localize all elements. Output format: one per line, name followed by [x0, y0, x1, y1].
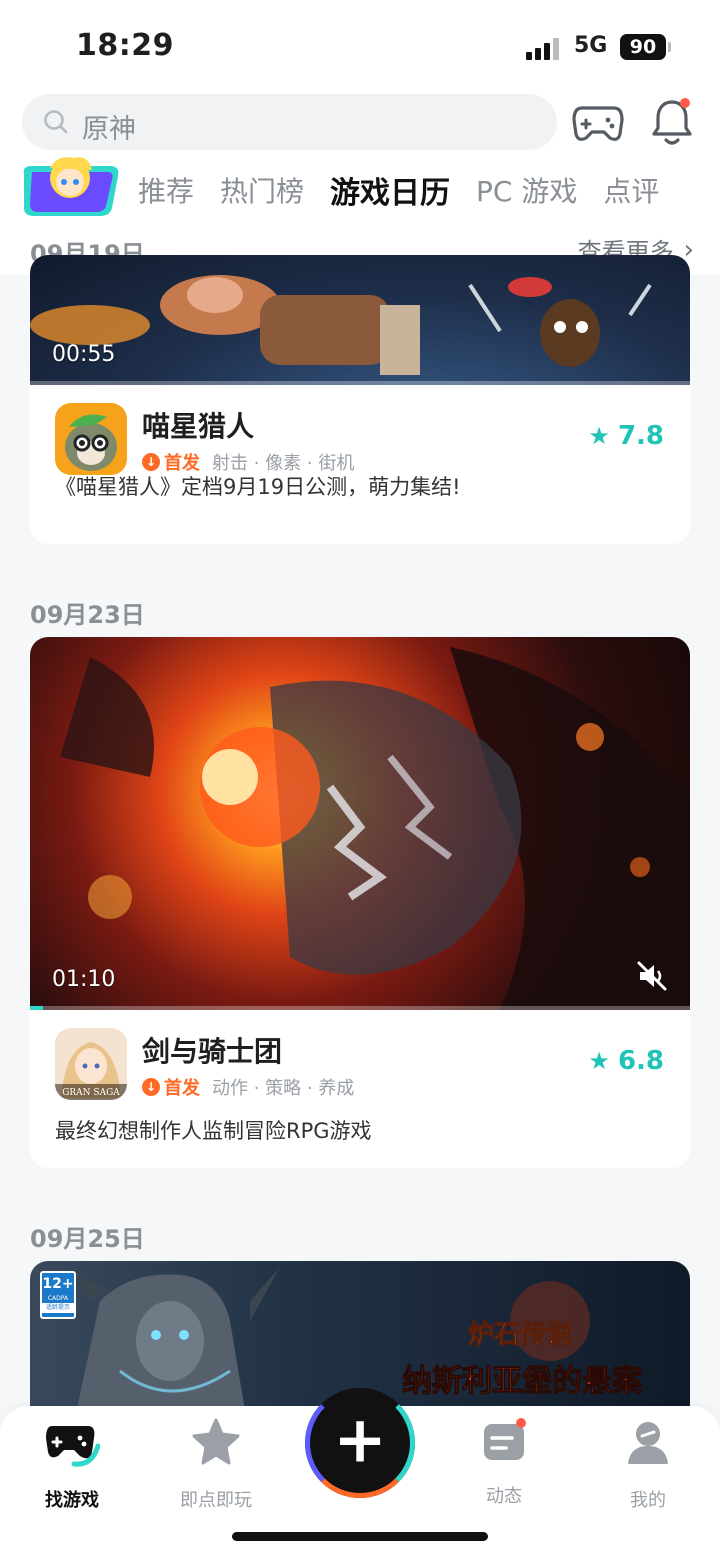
gamepad-nav-icon — [46, 1426, 101, 1467]
game-info: 喵星猎人 ↓ 首发 射击 · 像素 · 街机 ★ 7.8 — [30, 385, 690, 475]
profile-nav-icon — [628, 1422, 668, 1464]
nav-instant-play[interactable]: 即点即玩 — [156, 1416, 276, 1512]
game-name[interactable]: 喵星猎人 — [142, 405, 254, 445]
nav-profile[interactable]: 我的 — [588, 1416, 708, 1512]
category-tabs: 推荐 热门榜 游戏日历 PC 游戏 点评 — [138, 168, 685, 214]
plus-icon: + — [333, 1403, 387, 1478]
game-card[interactable]: 00:55 喵星猎人 ↓ 首发 射击 · 像素 · 街机 ★ 7.8 《喵星猎人… — [30, 255, 690, 544]
search-input[interactable]: 原神 — [22, 94, 557, 150]
svg-text:纳斯利亚堡的悬案: 纳斯利亚堡的悬案 — [402, 1364, 643, 1399]
star-icon: ★ — [588, 422, 610, 450]
tab-reviews[interactable]: 点评 — [603, 170, 659, 210]
game-card[interactable]: 01:10 GRAN SAGA 剑与骑士团 ↓ 首发 动作 · 策略 · 养成 … — [30, 637, 690, 1168]
tab-pc-games[interactable]: PC 游戏 — [476, 170, 577, 210]
tag-list: 动作 · 策略 · 养成 — [212, 1078, 355, 1099]
gamepad-icon[interactable] — [572, 98, 624, 146]
search-placeholder: 原神 — [82, 114, 136, 145]
notification-bell-button[interactable] — [648, 96, 696, 148]
game-rating: ★ 7.8 — [588, 421, 664, 451]
game-description: 《喵星猎人》定档9月19日公测，萌力集结! — [55, 475, 461, 499]
cat-hunter-artwork — [30, 275, 652, 375]
video-player[interactable]: 01:10 — [30, 637, 690, 1010]
notification-dot — [680, 98, 690, 108]
tab-hot-list[interactable]: 热门榜 — [220, 170, 304, 210]
video-duration: 01:10 — [52, 967, 116, 992]
create-post-button[interactable]: + — [305, 1388, 415, 1498]
nav-find-games[interactable]: 找游戏 — [12, 1416, 132, 1512]
section-date: 09月25日 — [30, 1225, 145, 1253]
first-release-badge: ↓ 首发 — [142, 1074, 200, 1100]
nav-label: 即点即玩 — [180, 1490, 252, 1511]
nav-label: 我的 — [630, 1490, 666, 1511]
svg-text:炉石传说: 炉石传说 — [468, 1320, 572, 1350]
game-name[interactable]: 剑与骑士团 — [142, 1030, 282, 1070]
nav-label: 找游戏 — [45, 1490, 99, 1511]
top-header: 原神 推荐 热门榜 游戏日历 PC 游戏 点评 09月19日 查看更多 › — [0, 90, 720, 275]
game-rating: ★ 6.8 — [588, 1046, 664, 1076]
download-icon: ↓ — [142, 453, 160, 471]
svg-text:GRAN SAGA: GRAN SAGA — [62, 1088, 120, 1098]
feed-nav-icon — [476, 1416, 532, 1468]
video-duration: 00:55 — [52, 342, 116, 367]
dragon-artwork — [60, 647, 690, 1010]
battery-icon: 90 — [620, 34, 671, 60]
star-nav-icon — [192, 1418, 240, 1465]
star-icon: ★ — [588, 1047, 610, 1075]
section-date: 09月23日 — [30, 601, 145, 629]
home-indicator[interactable] — [232, 1532, 488, 1541]
game-icon-gran-saga[interactable]: GRAN SAGA — [55, 1028, 127, 1100]
download-icon: ↓ — [142, 1078, 160, 1096]
tab-game-calendar[interactable]: 游戏日历 — [330, 168, 451, 214]
age-rating-badge: 12+ CADPA 适龄提示 — [40, 1271, 76, 1319]
tab-recommend[interactable]: 推荐 — [138, 170, 194, 210]
mascot-logo[interactable] — [18, 152, 122, 218]
mute-icon[interactable] — [636, 960, 668, 992]
game-icon-cat-hunter[interactable] — [55, 403, 127, 475]
status-bar: 18:29 5G 90 — [0, 0, 720, 90]
video-thumbnail[interactable]: 00:55 — [30, 255, 690, 385]
game-description: 最终幻想制作人监制冒险RPG游戏 — [55, 1119, 372, 1143]
nav-feed[interactable]: 动态 — [444, 1416, 564, 1508]
signal-icon — [526, 38, 562, 60]
network-type: 5G — [574, 33, 608, 58]
status-time: 18:29 — [76, 28, 174, 63]
nav-label: 动态 — [486, 1486, 522, 1507]
search-icon — [44, 110, 68, 134]
game-tags: ↓ 首发 动作 · 策略 · 养成 — [142, 1074, 354, 1100]
game-info: GRAN SAGA 剑与骑士团 ↓ 首发 动作 · 策略 · 养成 ★ 6.8 — [30, 1010, 690, 1100]
feed-notification-dot — [516, 1418, 526, 1428]
